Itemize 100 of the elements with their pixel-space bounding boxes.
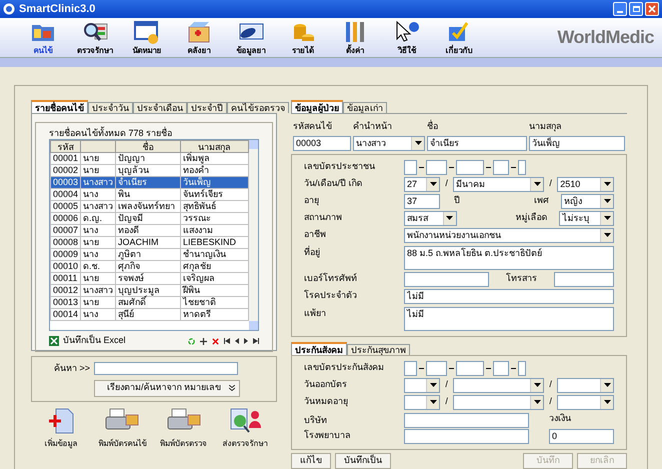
close-button[interactable] xyxy=(645,2,659,16)
action-button[interactable]: พิมพ์บัตรคนไข้ xyxy=(92,406,152,450)
toolbar-button[interactable]: นัดหมาย xyxy=(122,18,172,56)
table-row[interactable]: 00011 นาย รจพงษ์ เจริญผล xyxy=(50,272,249,284)
last-record-icon[interactable] xyxy=(253,338,259,344)
name-field[interactable]: วันเพ็ญ xyxy=(529,136,625,150)
toolbar-button[interactable]: ตรวจรักษา xyxy=(70,18,120,56)
add-icon[interactable] xyxy=(200,338,207,344)
phone-field[interactable] xyxy=(404,272,489,286)
toolbar-button[interactable]: ตั้งค่า xyxy=(330,18,380,56)
id-number-field[interactable] xyxy=(404,360,417,376)
form-button[interactable]: บันทึกเป็น xyxy=(335,452,391,468)
table-cell: เจริญผล xyxy=(180,272,249,284)
id-number-field[interactable] xyxy=(493,160,509,174)
year-select[interactable]: 2510 xyxy=(557,176,614,192)
id-number-field[interactable] xyxy=(426,160,447,174)
value-select[interactable]: ไม่ระบุ xyxy=(559,210,614,226)
next-record-icon[interactable] xyxy=(244,338,248,344)
title-select[interactable]: นางสาว xyxy=(353,136,425,150)
id-number-field[interactable] xyxy=(456,360,484,376)
toolbar-button[interactable]: ข้อมูลยา xyxy=(226,18,276,56)
tab[interactable]: คนไข้รอตรวจ xyxy=(227,102,289,113)
day-select[interactable]: 27 xyxy=(404,176,440,192)
text-area[interactable]: ไม่มี xyxy=(404,306,614,330)
action-button[interactable]: ส่งตรวจรักษา xyxy=(214,406,275,450)
form-button[interactable]: แก้ไข xyxy=(291,452,331,468)
action-button[interactable]: เพิ่มข้อมูล xyxy=(31,406,91,450)
table-row[interactable]: 00014 นาง สุนีย์ หาดตรี xyxy=(50,308,249,320)
day-select[interactable] xyxy=(404,394,440,410)
occupation-select[interactable]: พนักงานหน่วยงานเอกชน xyxy=(404,228,614,242)
toolbar-button[interactable]: เกี่ยวกับ xyxy=(434,18,484,56)
hospital-field[interactable] xyxy=(404,428,529,444)
table-cell: สมศักดิ์ xyxy=(116,296,181,308)
table-row[interactable]: 00007 นาง ทองดี แสงงาม xyxy=(50,224,249,236)
column-header[interactable]: นามสกุล xyxy=(180,140,249,152)
table-row[interactable]: 00003 นางสาว จำเนียร วันเพ็ญ xyxy=(50,176,249,188)
sort-dropdown-button[interactable]: เรียงตาม/ค้นหาจาก หมายเลข xyxy=(94,380,240,396)
export-excel-button[interactable]: บันทึกเป็น Excel xyxy=(63,334,126,348)
limit-field[interactable]: 0 xyxy=(549,428,614,444)
month-select[interactable] xyxy=(453,378,544,392)
tab[interactable]: ประกันสุขภาพ xyxy=(347,344,410,354)
tab[interactable]: ประกันสังคม xyxy=(291,342,347,354)
search-field[interactable] xyxy=(94,362,238,376)
id-number-field[interactable] xyxy=(518,360,526,376)
year-select[interactable] xyxy=(557,378,614,392)
id-number-field[interactable] xyxy=(518,160,526,174)
status-select[interactable]: สมรส xyxy=(404,210,457,226)
toolbar-button[interactable]: รายได้ xyxy=(278,18,328,56)
id-number-field[interactable] xyxy=(426,360,447,376)
table-row[interactable]: 00004 นาง พิน จันทร์เจียร xyxy=(50,188,249,200)
day-select[interactable] xyxy=(404,378,440,392)
table-cell: วรรณะ xyxy=(180,212,249,224)
first-record-icon[interactable] xyxy=(224,338,230,344)
tab[interactable]: ข้อมูลผู้ป่วย xyxy=(291,100,343,113)
value-select[interactable]: หญิง xyxy=(560,194,614,208)
toolbar-button[interactable]: คลังยา xyxy=(174,18,224,56)
refresh-icon[interactable] xyxy=(188,338,195,344)
table-row[interactable]: 00006 ด.ญ. ปัญจมี วรรณะ xyxy=(50,212,249,224)
separator-mark: / xyxy=(444,177,449,190)
table-row[interactable]: 00012 นางสาว บุญประมูล ฝีพิน xyxy=(50,284,249,296)
field-label: รหัสคนไข้ xyxy=(293,120,333,133)
table-row[interactable]: 00005 นางสาว เพลงจันทร์ทยา สุทธิพันธ์ xyxy=(50,200,249,212)
table-row[interactable]: 00010 ด.ช. ศุภกิจ ศกุลชัย xyxy=(50,260,249,272)
month-select[interactable]: มีนาคม xyxy=(453,176,544,192)
field-label: ชื่อ xyxy=(427,120,439,133)
tab[interactable]: ประจำเดือน xyxy=(133,102,187,113)
name-field[interactable]: จำเนียร xyxy=(427,136,527,150)
delete-icon[interactable] xyxy=(212,338,219,344)
separator-mark: / xyxy=(444,378,449,392)
age-field[interactable]: 37 xyxy=(404,194,440,208)
tab[interactable]: รายชื่อคนไข้ xyxy=(31,100,88,113)
field-label: วงเงิน xyxy=(549,412,571,425)
name-field[interactable]: 00003 xyxy=(293,136,351,150)
text-area[interactable]: 88 ม.5 ถ.พหลโยธิน ต.ประชาธิปัตย์ xyxy=(404,246,614,270)
tab[interactable]: ประจำวัน xyxy=(88,102,133,113)
scrollbar[interactable] xyxy=(249,140,258,330)
id-number-field[interactable] xyxy=(404,160,417,174)
tab[interactable]: ข้อมูลเก่า xyxy=(343,102,387,113)
tab[interactable]: ประจำปี xyxy=(187,102,227,113)
year-select[interactable] xyxy=(557,394,614,410)
toolbar-button[interactable]: คนไข้ xyxy=(18,18,68,56)
table-row[interactable]: 00009 นาง ภูษิตา ชำนาญเงิน xyxy=(50,248,249,260)
toolbar-button[interactable]: วิธีใช้ xyxy=(382,18,432,56)
table-cell: JOACHIM xyxy=(116,236,181,248)
minimize-button[interactable] xyxy=(613,2,627,16)
id-number-field[interactable] xyxy=(493,360,509,376)
table-row[interactable]: 00001 นาย ปัญญา เพิ่มพูล xyxy=(50,152,249,164)
previous-record-icon[interactable] xyxy=(235,338,239,344)
action-button[interactable]: พิมพ์บัตรตรวจ xyxy=(154,406,214,450)
company-field[interactable] xyxy=(404,412,529,428)
month-select[interactable] xyxy=(453,394,544,410)
maximize-button[interactable] xyxy=(629,2,643,16)
table-row[interactable]: 00013 นาย สมศักดิ์ ไชยชาติ xyxy=(50,296,249,308)
fax-field[interactable] xyxy=(554,272,614,286)
id-number-field[interactable] xyxy=(456,160,484,174)
table-cell: 00009 xyxy=(50,248,81,260)
table-row[interactable]: 00008 นาย JOACHIM LIEBESKIND xyxy=(50,236,249,248)
column-header[interactable]: รหัส xyxy=(50,140,81,152)
column-header[interactable]: ชื่อ xyxy=(116,140,181,152)
table-cell: 00001 xyxy=(50,152,81,164)
